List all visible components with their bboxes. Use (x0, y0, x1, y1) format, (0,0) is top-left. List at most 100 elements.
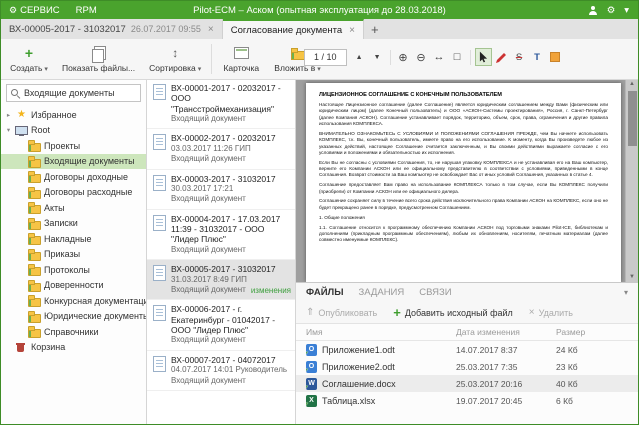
tree-item[interactable]: Корзина (1, 340, 146, 356)
tab-label: ВХ-00005-2017 - 31032017 (9, 24, 126, 35)
fit-width-button[interactable]: ↔ (431, 48, 448, 66)
tree-item[interactable]: Записки (1, 216, 146, 232)
tree-item[interactable]: Накладные (1, 231, 146, 247)
tab-tasks[interactable]: ЗАДАНИЯ (359, 287, 405, 298)
tab-approval[interactable]: Согласование документа × (223, 19, 364, 39)
document-list-item[interactable]: ВХ-00004-2017 - 17.03.2017 11:39 - 31032… (147, 210, 295, 260)
publish-icon: ⇑ (306, 308, 314, 318)
plus-icon: + (393, 306, 401, 319)
tree-item[interactable]: Проекты (1, 138, 146, 154)
document-list-item[interactable]: ВХ-00001-2017 - 02032017 - ООО "Трансстр… (147, 79, 295, 129)
show-files-button[interactable]: Показать файлы... (55, 39, 142, 79)
scroll-down-icon[interactable]: ▼ (626, 272, 638, 282)
folder-icon (28, 156, 41, 167)
computer-icon (15, 125, 28, 136)
document-icon (153, 265, 166, 281)
document-type-row: Входящий документ (171, 114, 291, 124)
column-header[interactable]: Размер (556, 327, 628, 337)
file-row[interactable]: WСоглашение.docx25.03.2017 20:1640 Кб (296, 375, 638, 392)
settings-icon[interactable]: ⚙ (607, 5, 616, 16)
sort-label: Сортировка▾ (149, 63, 201, 73)
file-row[interactable]: OПриложение1.odt14.07.2017 8:3724 Кб (296, 341, 638, 358)
column-header[interactable]: Дата изменения (456, 327, 556, 337)
create-button[interactable]: + Создать▾ (3, 39, 55, 79)
user-icon[interactable] (589, 6, 598, 15)
next-page-button[interactable]: ▼ (369, 48, 386, 66)
document-type-row: Входящий документ (171, 335, 291, 345)
zoom-out-button[interactable]: ⊖ (413, 48, 430, 66)
tree-item[interactable]: Протоколы (1, 262, 146, 278)
add-source-file-button[interactable]: + Добавить исходный файл (393, 306, 513, 319)
tree-item[interactable]: Доверенности (1, 278, 146, 294)
folder-icon (28, 171, 41, 182)
tree-item-label: Корзина (31, 342, 65, 352)
document-type-row: Входящий документизменения (171, 285, 291, 295)
tree-item[interactable]: Входящие документы (1, 154, 146, 170)
tree-item-label: Входящие документы (44, 156, 135, 166)
tree-item[interactable]: Договоры расходные (1, 185, 146, 201)
tree-item[interactable]: Акты (1, 200, 146, 216)
menu-rpm[interactable]: RPM (68, 1, 105, 19)
file-date: 19.07.2017 20:45 (456, 396, 556, 406)
file-type-icon: X (306, 395, 317, 407)
menu-service[interactable]: ⚙ СЕРВИС (1, 1, 68, 19)
file-date: 14.07.2017 8:37 (456, 345, 556, 355)
prev-page-button[interactable]: ▲ (351, 48, 368, 66)
scroll-up-icon[interactable]: ▲ (626, 79, 638, 89)
file-name: Таблица.xlsx (322, 396, 375, 406)
preview-scrollbar[interactable]: ▲ ▼ (625, 79, 638, 282)
fit-page-button[interactable]: □ (449, 48, 466, 66)
document-list-item[interactable]: ВХ-00006-2017 - г. Екатеринбург - 010420… (147, 300, 295, 350)
column-header[interactable]: Имя (306, 327, 456, 337)
document-meta: 31.03.2017 8:49 ГИП (171, 275, 291, 285)
folder-icon (28, 187, 41, 198)
document-list-item[interactable]: ВХ-00005-2017 - 3103201731.03.2017 8:49 … (147, 260, 295, 300)
tree-item[interactable]: Справочники (1, 324, 146, 340)
zoom-in-button[interactable]: ⊕ (395, 48, 412, 66)
document-list-item[interactable]: ВХ-00003-2017 - 3103201730.03.2017 17:21… (147, 170, 295, 210)
new-tab-button[interactable]: + (371, 23, 379, 36)
tree-item[interactable]: ▸★Избранное (1, 107, 146, 123)
star-icon: ★ (15, 109, 28, 120)
tree-item-label: Доверенности (44, 280, 104, 290)
strikeout-tool-button[interactable]: S (511, 48, 528, 66)
sort-button[interactable]: ↕ Сортировка▾ (142, 39, 208, 79)
file-row[interactable]: OПриложение2.odt25.03.2017 7:3523 Кб (296, 358, 638, 375)
preview-paragraph: Соглашение сохраняет силу в течение всег… (319, 198, 608, 211)
files-panel: ФАЙЛЫ ЗАДАНИЯ СВЯЗИ ▾ ⇑ Опубликовать + Д… (296, 282, 638, 424)
card-button[interactable]: Карточка (215, 39, 267, 79)
file-name-cell: X Таблица.xlsx (306, 395, 456, 407)
highlight-tool-button[interactable] (547, 48, 564, 66)
scrollbar-thumb[interactable] (628, 91, 637, 146)
close-icon[interactable]: × (208, 24, 214, 35)
search-input[interactable]: Входящие документы (6, 84, 141, 102)
text-tool-button[interactable]: T (529, 48, 546, 66)
collapse-panel-icon[interactable]: ▾ (624, 288, 628, 297)
publish-button[interactable]: ⇑ Опубликовать (306, 308, 377, 318)
main-toolbar: + Создать▾ Показать файлы... ↕ Сортировк… (1, 39, 638, 80)
document-list-item[interactable]: ВХ-00007-2017 - 0407201704.07.2017 14:01… (147, 351, 295, 391)
titlebar: ⚙ СЕРВИС RPM Pilot-ECM – Аском (опытная … (1, 1, 638, 19)
tab-document-card[interactable]: ВХ-00005-2017 - 31032017 26.07.2017 09:5… (1, 19, 223, 39)
tab-links[interactable]: СВЯЗИ (419, 287, 451, 298)
pen-tool-button[interactable] (493, 48, 510, 66)
close-icon[interactable]: × (349, 25, 355, 36)
chevron-down-icon[interactable]: ▾ (624, 5, 629, 16)
document-title: ВХ-00005-2017 - 31032017 (171, 264, 291, 274)
delete-button[interactable]: × Удалить (529, 308, 573, 318)
pen-icon (496, 52, 507, 63)
file-row[interactable]: XТаблица.xlsx19.07.2017 20:456 Кб (296, 392, 638, 409)
tree-item[interactable]: Юридические документы (1, 309, 146, 325)
tree-item[interactable]: Приказы (1, 247, 146, 263)
document-viewer: ЛИЦЕНЗИОННОЕ СОГЛАШЕНИЕ С КОНЕЧНЫМ ПОЛЬЗ… (296, 79, 638, 282)
tree-item-label: Избранное (31, 110, 77, 120)
tab-files[interactable]: ФАЙЛЫ (306, 287, 344, 298)
preview-paragraph: ВНИМАТЕЛЬНО ОЗНАКОМЬТЕСЬ С УСЛОВИЯМИ И П… (319, 131, 608, 156)
files-toolbar: ⇑ Опубликовать + Добавить исходный файл … (296, 302, 638, 323)
tab-label: Согласование документа (231, 25, 342, 36)
tree-item[interactable]: ▾Root (1, 123, 146, 139)
document-list-item[interactable]: ВХ-00002-2017 - 0203201703.03.2017 11:26… (147, 129, 295, 169)
select-tool-button[interactable] (475, 48, 492, 66)
tree-item[interactable]: Договоры доходные (1, 169, 146, 185)
tree-item[interactable]: Конкурсная документация (1, 293, 146, 309)
